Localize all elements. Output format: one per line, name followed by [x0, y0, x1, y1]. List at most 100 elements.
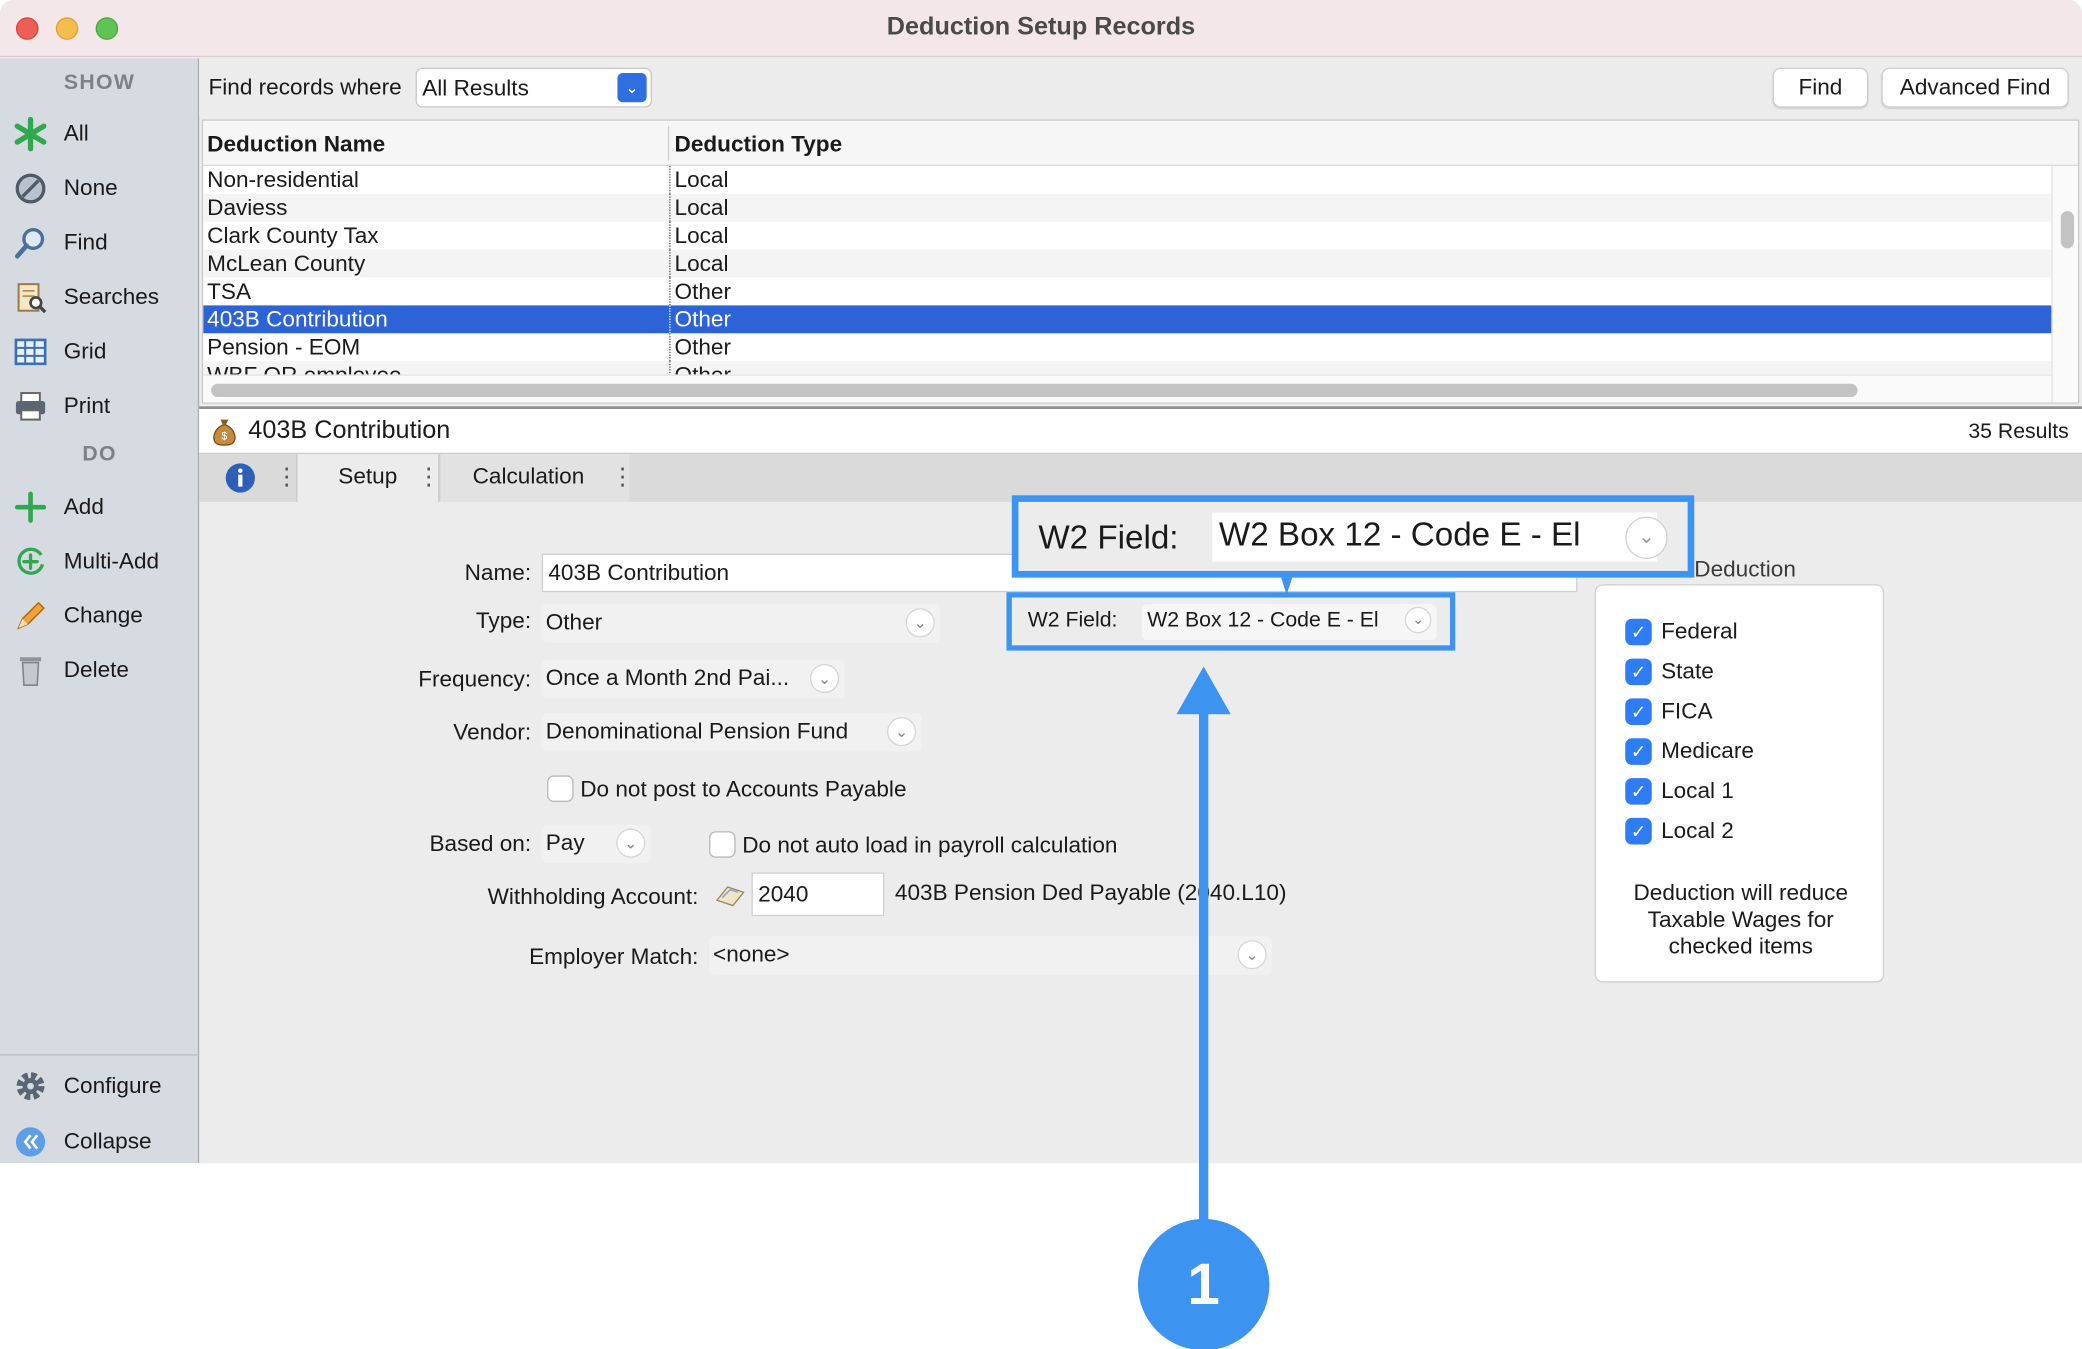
magnifier-icon [11, 224, 51, 261]
table-row[interactable]: WBF OR employee Other [203, 361, 2052, 375]
table-row[interactable]: Daviess Local [203, 193, 2052, 222]
asterisk-icon [11, 116, 51, 153]
find-bar: Find records where All Results ⌄ Find Ad… [199, 58, 2082, 117]
sidebar-item-delete[interactable]: Delete [11, 649, 197, 691]
sidebar-item-label: Add [63, 493, 104, 520]
sidebar-item-all[interactable]: All [11, 113, 197, 155]
table-row[interactable]: TSA Other [203, 277, 2051, 306]
calculation-tab-menu-icon[interactable]: ⋮ [611, 454, 635, 499]
w2-field-zoom-callout: W2 Field: W2 Box 12 - Code E - El ⌄ [1011, 495, 1695, 578]
table-row[interactable]: Non-residential Local [203, 165, 2051, 194]
frequency-value: Once a Month 2nd Pai... [545, 665, 790, 691]
sidebar-item-label: None [63, 175, 118, 201]
checkbox-checked-icon[interactable]: ✓ [1625, 698, 1652, 725]
type-select[interactable]: Other ⌄ [541, 604, 941, 643]
cell-deduction-type: Other [674, 334, 731, 360]
tax-item-label: State [1661, 658, 1714, 684]
column-divider[interactable] [667, 126, 670, 161]
tab-calculation[interactable]: Calculation [440, 454, 630, 502]
cell-deduction-type: Local [674, 250, 729, 277]
scroll-thumb[interactable] [211, 383, 1858, 398]
sidebar-item-grid[interactable]: Grid [11, 331, 197, 373]
sidebar-item-searches[interactable]: Searches [11, 276, 197, 318]
vendor-label: Vendor: [453, 719, 532, 745]
sidebar-item-change[interactable]: Change [11, 595, 197, 637]
title-bar: Deduction Setup Records [0, 0, 2082, 58]
tax-item-medicare[interactable]: ✓ Medicare [1625, 736, 1754, 768]
sidebar-item-collapse[interactable]: Collapse [11, 1121, 197, 1163]
withholding-account-input[interactable]: 2040 [751, 872, 885, 917]
horizontal-scrollbar[interactable] [203, 374, 2052, 403]
sidebar-item-label: Delete [63, 657, 129, 683]
sidebar: SHOW All None Find Searches Grid Print D… [0, 58, 200, 1164]
app-window: Deduction Setup Records SHOW All None Fi… [0, 0, 2082, 1164]
vendor-select[interactable]: Denominational Pension Fund ⌄ [541, 713, 922, 752]
table-row-selected[interactable]: 403B Contribution Other [203, 305, 2052, 334]
name-label: Name: [464, 560, 532, 586]
checkbox-checked-icon[interactable]: ✓ [1625, 778, 1652, 805]
cell-deduction-name: Non-residential [207, 167, 359, 193]
advanced-find-button[interactable]: Advanced Find [1881, 67, 2069, 108]
withholding-account-label: Withholding Account: [487, 884, 699, 910]
sidebar-item-find[interactable]: Find [11, 222, 197, 264]
sidebar-item-none[interactable]: None [11, 167, 197, 209]
tax-item-local-1[interactable]: ✓ Local 1 [1625, 775, 1734, 807]
column-header-deduction-name[interactable]: Deduction Name [207, 131, 385, 158]
vertical-scrollbar[interactable] [2051, 165, 2079, 403]
setup-tab-menu-icon[interactable]: ⋮ [417, 454, 441, 499]
find-button[interactable]: Find [1772, 67, 1869, 108]
checkbox-checked-icon[interactable]: ✓ [1625, 738, 1652, 765]
cell-deduction-type: Other [674, 278, 731, 305]
record-title: 403B Contribution [248, 416, 451, 445]
tax-item-federal[interactable]: ✓ Federal [1625, 616, 1738, 648]
w2-field-select[interactable]: W2 Box 12 - Code E - El ⌄ [1141, 604, 1437, 640]
tax-item-fica[interactable]: ✓ FICA [1625, 696, 1713, 728]
table-row[interactable]: McLean County Local [203, 249, 2052, 278]
step-badge: 1 [1137, 1218, 1270, 1349]
info-icon[interactable] [224, 462, 256, 501]
no-autoload-checkbox[interactable] [709, 831, 736, 858]
frequency-select[interactable]: Once a Month 2nd Pai... ⌄ [541, 659, 845, 699]
tax-item-local-2[interactable]: ✓ Local 2 [1625, 815, 1734, 847]
sidebar-item-label: Print [63, 393, 111, 419]
printer-icon [11, 388, 51, 425]
chevron-down-icon: ⌄ [886, 717, 917, 747]
chevron-down-icon: ⌄ [617, 73, 647, 103]
sidebar-item-label: Collapse [63, 1128, 152, 1154]
checkbox-checked-icon[interactable]: ✓ [1625, 618, 1652, 646]
sidebar-item-add[interactable]: Add [11, 486, 197, 528]
tax-reduction-box: ✓ Federal ✓ State ✓ FICA ✓ Medicare ✓ Local 1… [1594, 584, 1885, 983]
tab-label: Setup [338, 463, 398, 489]
sidebar-item-label: Multi-Add [63, 548, 160, 574]
sidebar-item-configure[interactable]: Configure [11, 1065, 197, 1107]
sidebar-item-label: Grid [63, 338, 107, 364]
sidebar-item-multi-add[interactable]: Multi-Add [11, 540, 197, 582]
employer-match-select[interactable]: <none> ⌄ [709, 936, 1273, 975]
sidebar-item-print[interactable]: Print [11, 385, 197, 427]
tax-item-label: Federal [1661, 618, 1738, 644]
chevron-down-icon: ⌄ [809, 663, 840, 694]
scroll-thumb[interactable] [2060, 211, 2075, 249]
tax-item-label: Local 1 [1661, 778, 1734, 804]
checkbox-checked-icon[interactable]: ✓ [1625, 817, 1652, 845]
table-row[interactable]: Pension - EOM Other [203, 333, 2051, 362]
tax-item-label: FICA [1661, 698, 1713, 724]
tab-label: Calculation [472, 463, 585, 489]
withholding-account-description: 403B Pension Ded Payable (2040.L10) [894, 880, 1287, 906]
account-lookup-icon[interactable] [714, 882, 746, 915]
tax-item-label: Medicare [1661, 738, 1754, 764]
cell-deduction-name: 403B Contribution [207, 306, 388, 332]
tax-item-state[interactable]: ✓ State [1625, 656, 1714, 688]
column-header-deduction-type[interactable]: Deduction Type [675, 131, 843, 158]
checkbox-checked-icon[interactable]: ✓ [1625, 658, 1652, 686]
find-criteria-select[interactable]: All Results ⌄ [415, 67, 652, 108]
no-post-ap-checkbox[interactable] [547, 775, 574, 802]
chevron-down-icon: ⌄ [1237, 940, 1267, 970]
table-row[interactable]: Clark County Tax Local [203, 221, 2051, 250]
cell-deduction-type: Local [674, 223, 729, 249]
based-on-select[interactable]: Pay ⌄ [541, 824, 651, 864]
cell-deduction-name: Pension - EOM [207, 334, 361, 360]
table-body: Non-residential Local Daviess Local Clark … [203, 165, 2052, 375]
cell-deduction-type: Local [674, 195, 729, 221]
money-bag-icon: $ [211, 417, 238, 446]
